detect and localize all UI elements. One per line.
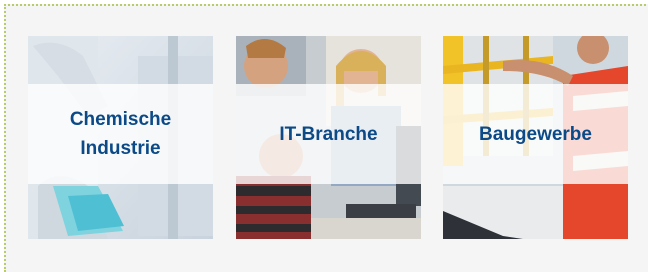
tile-label-band: Baugewerbe	[443, 84, 628, 184]
tile-label: Baugewerbe	[479, 123, 592, 145]
tile-label: IT-Branche	[279, 123, 378, 145]
tile-label-band: IT-Branche	[236, 84, 421, 184]
tile-it-branche[interactable]: IT-Branche	[236, 36, 421, 239]
tile-label: Chemische Industrie	[69, 109, 172, 159]
tile-baugewerbe[interactable]: Baugewerbe	[443, 36, 628, 239]
tile-chemische-industrie[interactable]: Chemische Industrie	[28, 36, 213, 239]
tile-label-band: Chemische Industrie	[28, 84, 213, 184]
